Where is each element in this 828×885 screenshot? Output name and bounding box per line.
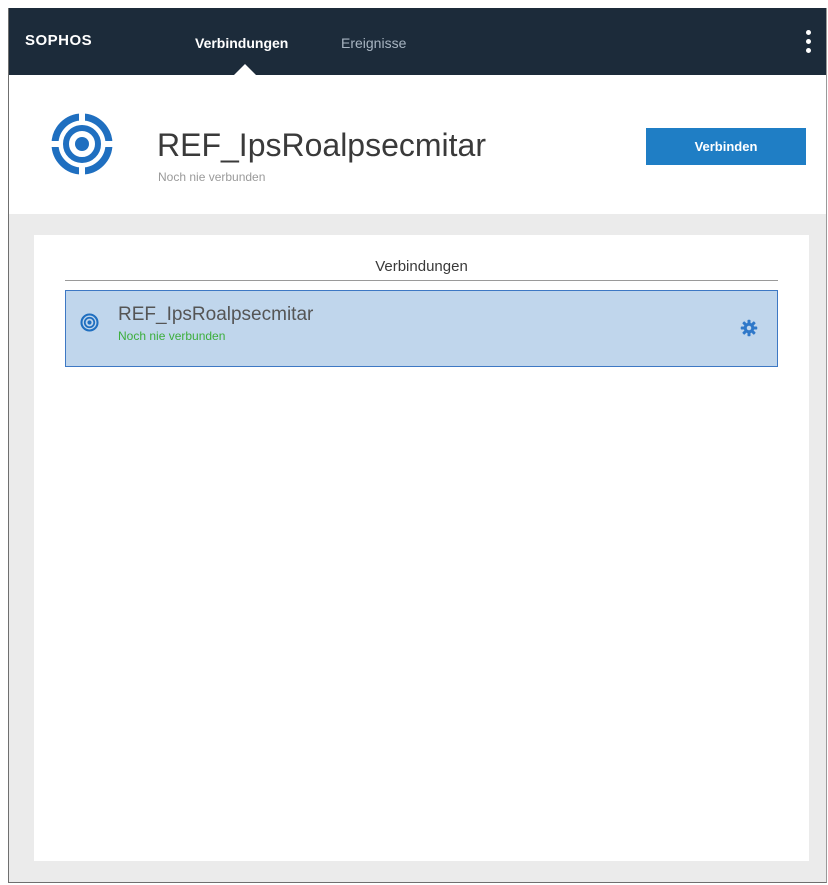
connections-panel: Verbindungen REF_IpsRoalpsecmitar Noch n… xyxy=(34,235,809,861)
connect-button[interactable]: Verbinden xyxy=(646,128,806,165)
kebab-menu-icon[interactable] xyxy=(804,30,812,58)
connection-status-text: Noch nie verbunden xyxy=(158,170,266,184)
connection-item-name: REF_IpsRoalpsecmitar xyxy=(118,304,314,325)
connection-target-icon xyxy=(80,313,99,332)
top-navigation-bar: SOPHOS Verbindungen Ereignisse xyxy=(9,8,826,75)
active-tab-indicator xyxy=(234,64,256,75)
tab-verbindungen[interactable]: Verbindungen xyxy=(195,35,288,51)
connection-item-status: Noch nie verbunden xyxy=(118,329,226,343)
connection-title: REF_IpsRoalpsecmitar xyxy=(157,127,486,163)
brand-logo: SOPHOS xyxy=(25,32,93,49)
connection-header: REF_IpsRoalpsecmitar Noch nie verbunden … xyxy=(9,75,826,214)
gear-icon[interactable] xyxy=(740,319,758,337)
section-title: Verbindungen xyxy=(65,258,778,281)
connection-list-item[interactable]: REF_IpsRoalpsecmitar Noch nie verbunden xyxy=(65,290,778,367)
tab-ereignisse[interactable]: Ereignisse xyxy=(341,35,406,51)
connection-target-icon xyxy=(50,112,114,176)
app-window: SOPHOS Verbindungen Ereignisse REF_IpsRo xyxy=(8,8,827,883)
